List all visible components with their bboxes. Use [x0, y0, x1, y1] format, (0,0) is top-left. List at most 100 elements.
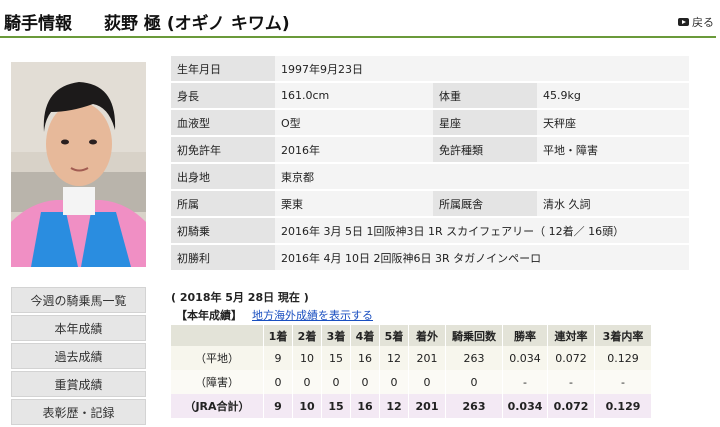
as-of-date: ( 2018年 5月 28日 現在 ) [171, 291, 309, 304]
profile-row-birthplace: 出身地 東京都 [171, 164, 689, 189]
cell-out: 201 [408, 346, 446, 370]
blood-label: 血液型 [171, 110, 275, 135]
menu-item-weekly-rides[interactable]: 今週の騎乗馬一覧 [11, 287, 146, 313]
birthplace-value: 東京都 [275, 164, 689, 189]
cell-2nd: 0 [292, 370, 322, 394]
birthplace-label: 出身地 [171, 164, 275, 189]
row-label: （障害） [171, 370, 264, 394]
stable-label: 所属厩舎 [433, 191, 537, 216]
stats-header-row: 1着 2着 3着 4着 5着 着外 騎乗回数 勝率 連対率 3着内率 [171, 325, 652, 346]
cell-out: 201 [408, 394, 446, 418]
star-label: 星座 [433, 110, 537, 135]
side-menu: 今週の騎乗馬一覧 本年成績 過去成績 重賞成績 表彰歴・記録 [11, 287, 146, 427]
cell-quinella-rate: 0.072 [547, 346, 595, 370]
cell-3rd: 15 [321, 394, 351, 418]
section-title: 騎手情報 [4, 14, 72, 34]
stats-header-rides: 騎乗回数 [445, 325, 503, 346]
cell-1st: 9 [263, 394, 293, 418]
cell-top3-rate: 0.129 [594, 394, 652, 418]
cell-4th: 16 [350, 346, 380, 370]
height-value: 161.0cm [275, 83, 433, 108]
stats-table: 1着 2着 3着 4着 5着 着外 騎乗回数 勝率 連対率 3着内率 （平地） … [171, 325, 652, 418]
cell-top3-rate: - [594, 370, 652, 394]
cell-win-rate: 0.034 [502, 346, 548, 370]
weight-value: 45.9kg [537, 83, 689, 108]
stats-header-3rd: 3着 [321, 325, 351, 346]
profile-table: 生年月日 1997年9月23日 身長 161.0cm 体重 45.9kg 血液型… [171, 54, 689, 272]
blood-value: O型 [275, 110, 433, 135]
license-year-value: 2016年 [275, 137, 433, 162]
stats-row-flat: （平地） 9 10 15 16 12 201 263 0.034 0.072 0… [171, 346, 652, 370]
cell-rides: 263 [445, 346, 503, 370]
cell-2nd: 10 [292, 394, 322, 418]
stable-value: 清水 久詞 [537, 191, 689, 216]
row-label: （平地） [171, 346, 264, 370]
menu-item-awards[interactable]: 表彰歴・記録 [11, 399, 146, 425]
cell-3rd: 15 [321, 346, 351, 370]
affil-value: 栗東 [275, 191, 433, 216]
cell-5th: 12 [379, 394, 409, 418]
profile-row-affiliation: 所属 栗東 所属厩舎 清水 久詞 [171, 191, 689, 216]
profile-row-first-ride: 初騎乗 2016年 3月 5日 1回阪神3日 1R スカイフェアリー（ 12着／… [171, 218, 689, 243]
weight-label: 体重 [433, 83, 537, 108]
first-ride-label: 初騎乗 [171, 218, 275, 243]
stats-header-4th: 4着 [350, 325, 380, 346]
affil-label: 所属 [171, 191, 275, 216]
cell-quinella-rate: - [547, 370, 595, 394]
star-value: 天秤座 [537, 110, 689, 135]
header-divider [0, 36, 716, 38]
jockey-portrait-image [11, 62, 146, 267]
stats-header-5th: 5着 [379, 325, 409, 346]
cell-win-rate: 0.034 [502, 394, 548, 418]
first-ride-value: 2016年 3月 5日 1回阪神3日 1R スカイフェアリー（ 12着／ 16頭… [275, 218, 689, 243]
back-button[interactable]: 戻る [678, 14, 714, 30]
cell-win-rate: - [502, 370, 548, 394]
profile-row-birth: 生年月日 1997年9月23日 [171, 56, 689, 81]
cell-4th: 16 [350, 394, 380, 418]
overseas-results-link[interactable]: 地方海外成績を表示する [252, 307, 373, 323]
back-label: 戻る [692, 16, 714, 29]
profile-row-body: 身長 161.0cm 体重 45.9kg [171, 83, 689, 108]
menu-item-past-results[interactable]: 過去成績 [11, 343, 146, 369]
stats-row-jump: （障害） 0 0 0 0 0 0 0 - - - [171, 370, 652, 394]
row-label: （JRA合計） [171, 394, 264, 418]
stats-header-blank [171, 325, 264, 346]
first-win-value: 2016年 4月 10日 2回阪神6日 3R タガノインペーロ [275, 245, 689, 270]
birth-value: 1997年9月23日 [275, 56, 689, 81]
license-type-value: 平地・障害 [537, 137, 689, 162]
cell-out: 0 [408, 370, 446, 394]
birth-label: 生年月日 [171, 56, 275, 81]
license-year-label: 初免許年 [171, 137, 275, 162]
jockey-name: 荻野 極 (オギノ キワム) [104, 14, 290, 34]
jockey-photo [11, 62, 146, 267]
menu-item-graded-results[interactable]: 重賞成績 [11, 371, 146, 397]
cell-rides: 263 [445, 394, 503, 418]
height-label: 身長 [171, 83, 275, 108]
video-back-icon [678, 18, 689, 26]
cell-3rd: 0 [321, 370, 351, 394]
cell-1st: 9 [263, 346, 293, 370]
stats-header-2nd: 2着 [292, 325, 322, 346]
first-win-label: 初勝利 [171, 245, 275, 270]
cell-5th: 12 [379, 346, 409, 370]
menu-item-this-year[interactable]: 本年成績 [11, 315, 146, 341]
cell-rides: 0 [445, 370, 503, 394]
stats-row-jra-total: （JRA合計） 9 10 15 16 12 201 263 0.034 0.07… [171, 394, 652, 418]
page-header: 騎手情報 荻野 極 (オギノ キワム) 戻る [0, 0, 720, 38]
stats-header-out: 着外 [408, 325, 446, 346]
cell-1st: 0 [263, 370, 293, 394]
profile-row-blood: 血液型 O型 星座 天秤座 [171, 110, 689, 135]
stats-header-top3-rate: 3着内率 [594, 325, 652, 346]
cell-5th: 0 [379, 370, 409, 394]
cell-4th: 0 [350, 370, 380, 394]
cell-quinella-rate: 0.072 [547, 394, 595, 418]
stats-header-win-rate: 勝率 [502, 325, 548, 346]
stats-section-label: 【本年成績】 [176, 309, 242, 322]
profile-row-license: 初免許年 2016年 免許種類 平地・障害 [171, 137, 689, 162]
stats-header-quinella-rate: 連対率 [547, 325, 595, 346]
license-type-label: 免許種類 [433, 137, 537, 162]
stats-header-1st: 1着 [263, 325, 293, 346]
cell-top3-rate: 0.129 [594, 346, 652, 370]
cell-2nd: 10 [292, 346, 322, 370]
profile-row-first-win: 初勝利 2016年 4月 10日 2回阪神6日 3R タガノインペーロ [171, 245, 689, 270]
